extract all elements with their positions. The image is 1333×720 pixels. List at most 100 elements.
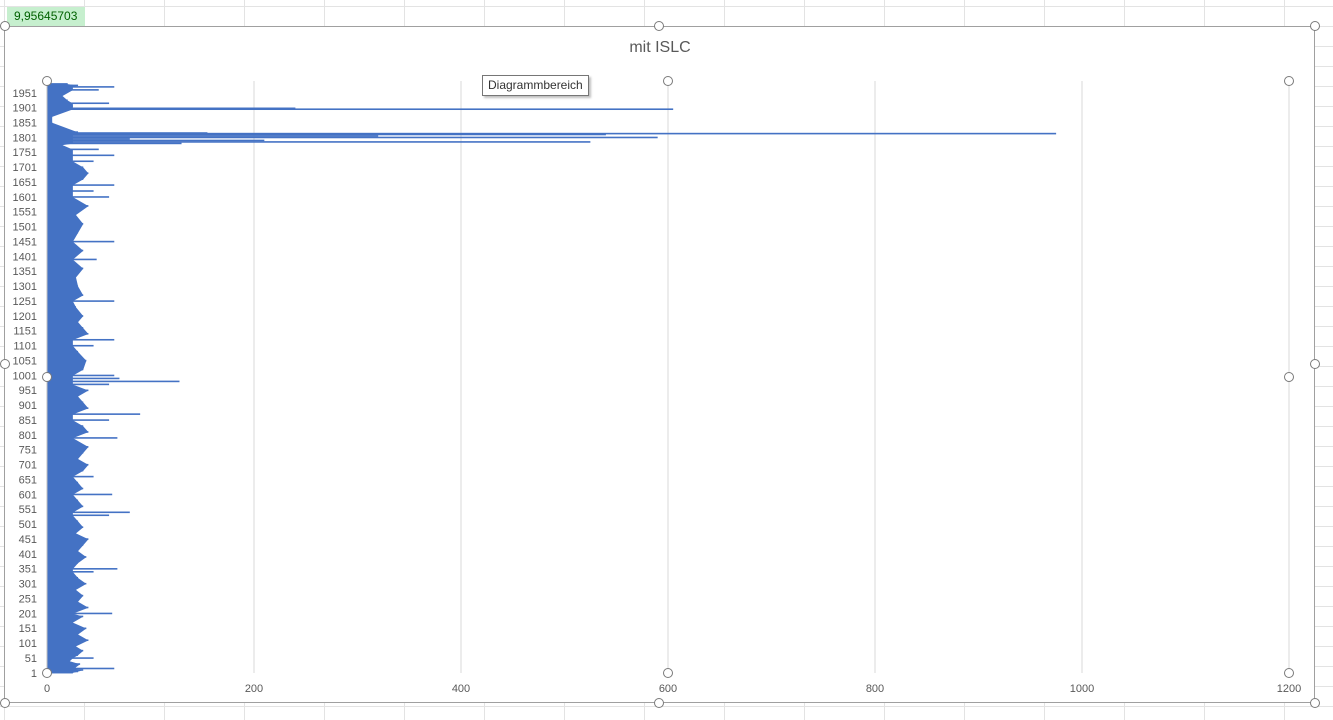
y-tick-label: 1901: [13, 103, 37, 115]
bar: [47, 359, 87, 362]
y-tick-label: 1451: [13, 236, 37, 248]
y-tick-label: 51: [25, 653, 37, 665]
plot-area-handle-middle-left[interactable]: [42, 372, 52, 382]
plot-area-handle-top-left[interactable]: [42, 76, 52, 86]
bar: [47, 141, 591, 143]
y-tick-label: 601: [19, 489, 37, 501]
y-tick-label: 1: [31, 668, 37, 680]
x-tick-label: 0: [44, 683, 50, 695]
plot-area-handle-bottom-right[interactable]: [1284, 668, 1294, 678]
bar: [47, 148, 99, 151]
y-tick-label: 101: [19, 638, 37, 650]
y-tick-label: 1351: [13, 266, 37, 278]
plot-area-handle-bottom-center[interactable]: [663, 668, 673, 678]
bar: [47, 190, 94, 192]
y-tick-label: 701: [19, 460, 37, 472]
bar: [47, 350, 79, 353]
y-tick-label: 751: [19, 445, 37, 457]
y-tick-label: 1401: [13, 251, 37, 263]
y-tick-label: 201: [19, 608, 37, 620]
bar: [47, 105, 73, 108]
bar: [47, 196, 110, 198]
bar: [47, 222, 84, 225]
plot-area-handle-top-center[interactable]: [663, 76, 673, 86]
bar: [47, 660, 70, 662]
bar: [47, 487, 84, 490]
chart-area-handle-bottom-right[interactable]: [1310, 698, 1320, 708]
x-tick-label: 800: [866, 683, 884, 695]
bar: [47, 107, 296, 110]
bar: [47, 240, 115, 243]
bar: [47, 267, 84, 270]
bar: [47, 666, 76, 668]
chart-area-handle-bottom-center[interactable]: [654, 698, 664, 708]
y-tick-label: 651: [19, 474, 37, 486]
bar: [47, 131, 79, 133]
bar: [47, 463, 89, 466]
bar-series: [47, 83, 1057, 674]
plot-area-handle-middle-right[interactable]: [1284, 372, 1294, 382]
bar: [47, 214, 76, 216]
x-tick-label: 600: [659, 683, 677, 695]
bar: [47, 368, 84, 371]
bar: [47, 621, 73, 624]
bar: [47, 121, 53, 124]
plot-area-handle-bottom-left[interactable]: [42, 668, 52, 678]
bar: [47, 160, 94, 163]
chart-area-handle-middle-right[interactable]: [1310, 359, 1320, 369]
bar: [47, 538, 89, 540]
bar: [47, 627, 87, 630]
bar: [47, 556, 87, 558]
y-tick-label: 1951: [13, 88, 37, 100]
bar: [47, 667, 115, 670]
y-tick-label: 1051: [13, 355, 37, 367]
chart-area-handle-bottom-left[interactable]: [0, 698, 10, 708]
bar: [47, 526, 84, 528]
bar: [47, 532, 76, 534]
bar: [47, 89, 99, 91]
x-tick-label: 200: [245, 683, 263, 695]
bar: [47, 383, 110, 386]
bar: [47, 612, 113, 615]
axes: 0 200 400 600 800 1000 12001511011512012513013…: [13, 81, 1301, 695]
y-tick-label: 501: [19, 519, 37, 531]
y-tick-label: 451: [19, 534, 37, 546]
bar: [47, 606, 89, 609]
bar: [47, 276, 76, 279]
bar: [47, 401, 84, 404]
bar: [47, 481, 79, 484]
plot-area-handle-top-right[interactable]: [1284, 76, 1294, 86]
y-tick-label: 1851: [13, 117, 37, 129]
x-tick-label: 400: [452, 683, 470, 695]
chart-area-handle-top-center[interactable]: [654, 21, 664, 31]
y-tick-label: 1601: [13, 192, 37, 204]
bar: [47, 315, 84, 317]
y-tick-label: 301: [19, 579, 37, 591]
bar: [47, 615, 84, 618]
bar-chart: 0 200 400 600 800 1000 12001511011512012513013…: [13, 81, 1301, 695]
bar: [47, 576, 79, 579]
chart-area-handle-top-left[interactable]: [0, 21, 10, 31]
bar: [47, 321, 79, 323]
bar: [47, 294, 84, 296]
bar: [47, 568, 118, 570]
bar: [47, 333, 89, 335]
y-tick-label: 1701: [13, 162, 37, 174]
y-tick-label: 1251: [13, 296, 37, 308]
y-tick-label: 951: [19, 385, 37, 397]
bar: [47, 142, 182, 145]
y-tick-label: 251: [19, 593, 37, 605]
bar: [47, 306, 76, 308]
y-tick-label: 1551: [13, 207, 37, 219]
chart-area-handle-middle-left[interactable]: [0, 359, 10, 369]
bar: [47, 102, 110, 105]
bar: [47, 178, 84, 180]
bar: [47, 562, 79, 564]
bar: [47, 649, 84, 652]
bar: [47, 338, 115, 341]
chart-area-handle-top-right[interactable]: [1310, 21, 1320, 31]
bar: [47, 452, 84, 454]
y-tick-label: 1801: [13, 132, 37, 144]
y-tick-label: 851: [19, 415, 37, 427]
bar: [47, 431, 89, 433]
